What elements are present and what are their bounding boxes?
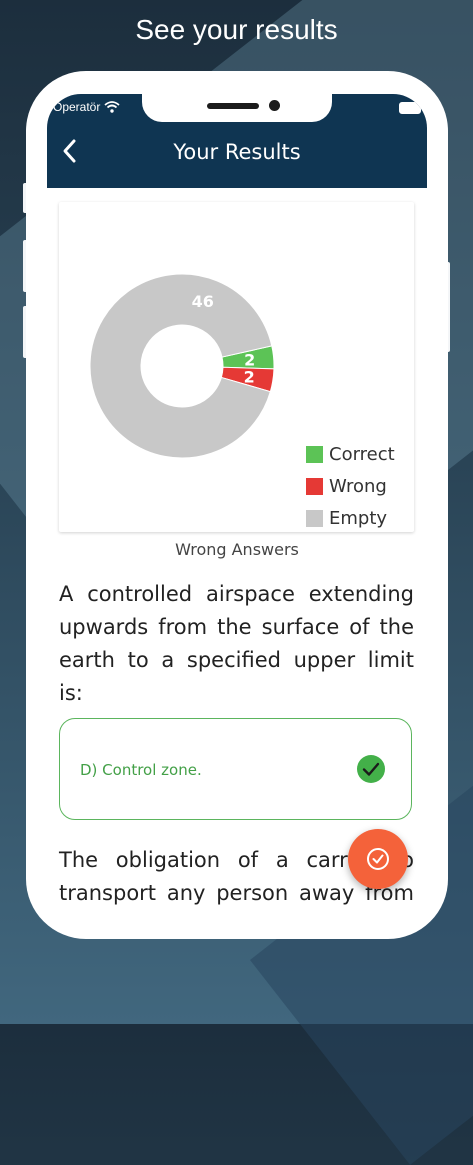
slice-value-label: 46 (192, 292, 214, 311)
promo-headline: See your results (135, 14, 338, 45)
answer-card[interactable]: D) Control zone. (59, 718, 412, 820)
slice-value-label: 2 (244, 368, 255, 387)
carrier-label: Operatör (53, 100, 101, 114)
legend-item-wrong: Wrong (306, 470, 395, 502)
check-circle-icon (357, 755, 385, 783)
notch (142, 94, 332, 122)
legend-swatch (306, 509, 323, 527)
legend-swatch (306, 477, 323, 495)
legend-item-correct: Correct (306, 438, 395, 470)
checkmark-glyph (362, 762, 380, 776)
legend-label: Empty (329, 507, 388, 529)
floating-action-button[interactable] (348, 829, 408, 889)
battery-icon (399, 102, 421, 114)
camera (269, 100, 280, 111)
results-chart-card: 2 2 46 Correct Wrong Empty (59, 202, 414, 532)
check-circle-outline-icon (367, 848, 389, 870)
question-text: A controlled airspace extending upwards … (59, 582, 414, 705)
legend-label: Correct (329, 443, 395, 465)
app-bar: Operatör Your Results (47, 94, 427, 188)
legend-label: Wrong (329, 475, 387, 497)
page-title: Your Results (173, 140, 301, 164)
chart-legend: Correct Wrong Empty (306, 438, 395, 534)
phone-screen: Operatör Your Results 2 2 46 Correct Wro… (47, 94, 427, 916)
legend-item-empty: Empty (306, 502, 395, 534)
status-carrier: Operatör (53, 100, 120, 114)
phone-frame: Operatör Your Results 2 2 46 Correct Wro… (26, 71, 448, 939)
speaker (207, 103, 259, 109)
legend-swatch (306, 445, 323, 463)
wifi-icon (104, 101, 120, 113)
section-label: Wrong Answers (175, 540, 299, 559)
answer-text: D) Control zone. (80, 761, 202, 779)
